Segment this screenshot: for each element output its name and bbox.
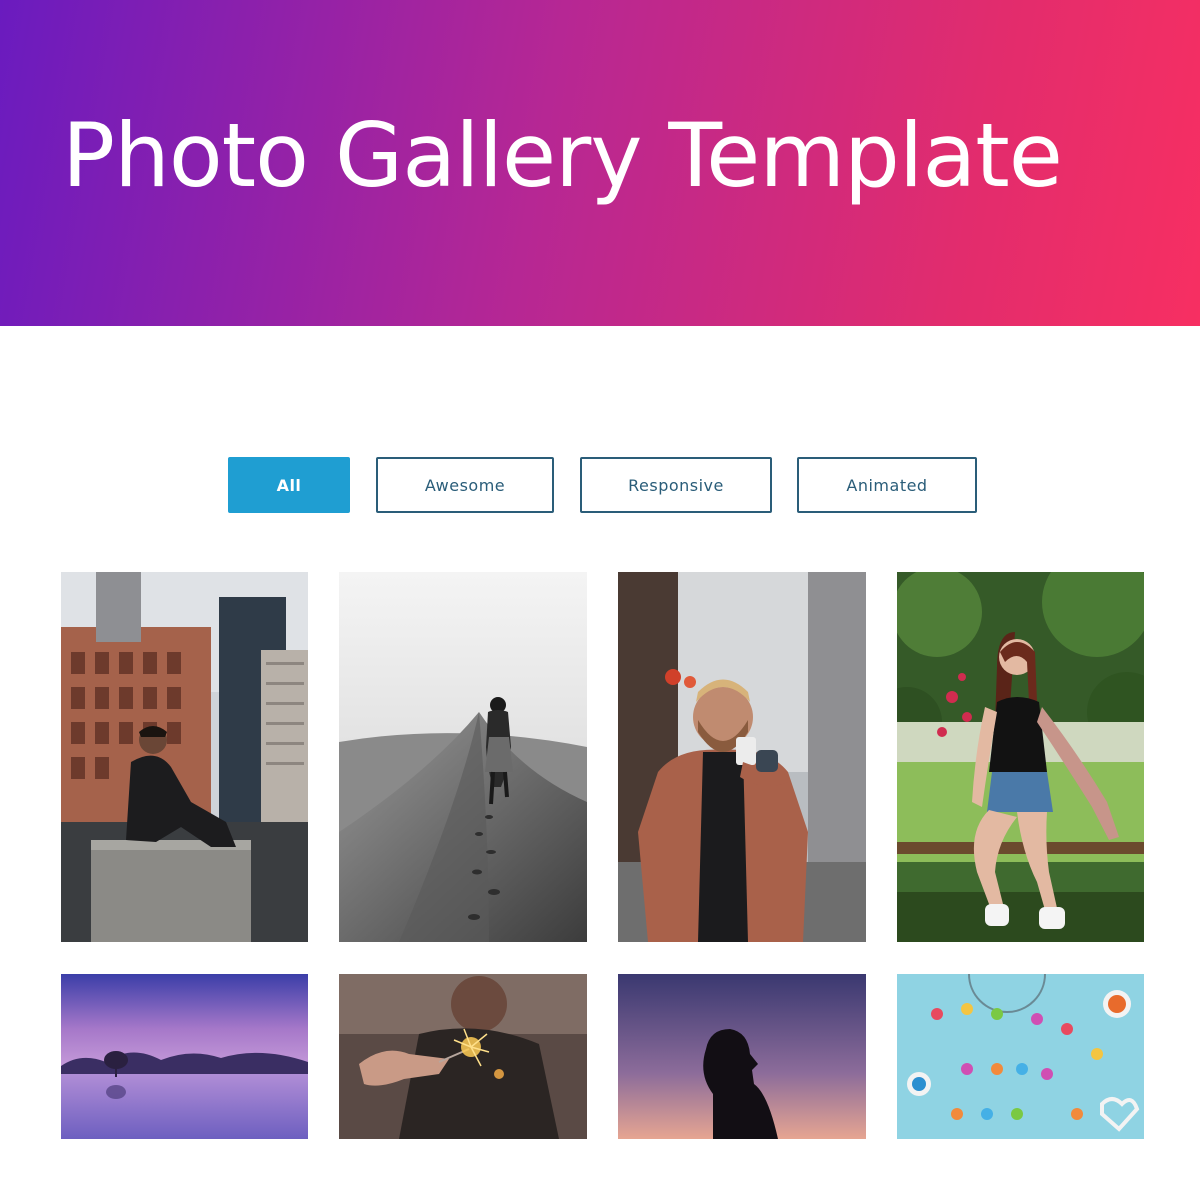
filter-awesome-button[interactable]: Awesome xyxy=(376,457,554,513)
sparkler-photo xyxy=(339,974,587,1139)
coffee-photo xyxy=(618,572,866,942)
hero-banner: Photo Gallery Template xyxy=(0,0,1200,326)
filter-all-button[interactable]: All xyxy=(228,457,350,513)
gallery-item-sand-dune[interactable] xyxy=(339,572,587,942)
silhouette-photo xyxy=(618,974,866,1139)
sand-dune-photo xyxy=(339,572,587,942)
filter-bar: All Awesome Responsive Animated xyxy=(0,457,1200,513)
rooftop-photo xyxy=(61,572,308,942)
page-title: Photo Gallery Template xyxy=(62,104,1063,207)
gallery-item-rooftop[interactable] xyxy=(61,572,308,942)
candy-photo xyxy=(897,974,1144,1139)
garden-photo xyxy=(897,572,1144,942)
filter-responsive-button[interactable]: Responsive xyxy=(580,457,772,513)
gallery-item-garden[interactable] xyxy=(897,572,1144,942)
gallery-item-candy[interactable] xyxy=(897,974,1144,1139)
lake-photo xyxy=(61,974,308,1139)
gallery-item-lake[interactable] xyxy=(61,974,308,1139)
gallery-item-silhouette[interactable] xyxy=(618,974,866,1139)
filter-animated-button[interactable]: Animated xyxy=(797,457,977,513)
gallery-item-sparkler[interactable] xyxy=(339,974,587,1139)
gallery-item-coffee[interactable] xyxy=(618,572,866,942)
